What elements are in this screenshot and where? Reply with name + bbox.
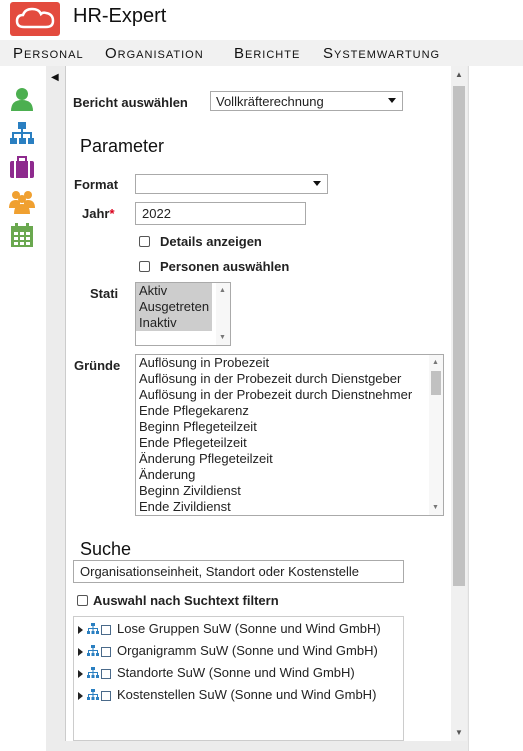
- chevron-down-icon: [388, 98, 396, 103]
- suche-heading: Suche: [80, 539, 132, 559]
- stati-option[interactable]: Inaktiv: [136, 315, 212, 331]
- stati-option[interactable]: Ausgetreten: [136, 299, 212, 315]
- cloud-logo-icon: [10, 2, 60, 36]
- report-select-value: Vollkräfterechnung: [216, 94, 324, 109]
- tree-node[interactable]: Standorte SuW (Sonne und Wind GmbH): [78, 664, 355, 682]
- gruende-option[interactable]: Beginn Zivildienst: [136, 483, 443, 499]
- scroll-thumb[interactable]: [431, 371, 441, 395]
- gruende-option[interactable]: Änderung: [136, 467, 443, 483]
- scroll-thumb[interactable]: [453, 86, 465, 586]
- report-panel: ◀ Bericht auswählen Vollkräfterechnung P…: [46, 66, 468, 751]
- filter-checkbox[interactable]: [77, 595, 88, 606]
- menu-berichte[interactable]: Berichte: [234, 45, 300, 62]
- scroll-down-icon[interactable]: ▼: [219, 334, 226, 341]
- stati-option[interactable]: Aktiv: [136, 283, 212, 299]
- org-chart-icon: [87, 687, 99, 705]
- jahr-input[interactable]: 2022: [135, 202, 306, 225]
- app-title: HR-Expert: [73, 5, 167, 27]
- gruende-option[interactable]: Ende Pflegeteilzeit: [136, 435, 443, 451]
- menu-personal[interactable]: Personal: [13, 45, 84, 62]
- expand-arrow-icon[interactable]: [78, 625, 83, 634]
- scroll-down-icon[interactable]: ▼: [455, 728, 463, 737]
- expand-arrow-icon[interactable]: [78, 691, 83, 700]
- tree-node[interactable]: Kostenstellen SuW (Sonne und Wind GmbH): [78, 686, 376, 704]
- briefcase-icon[interactable]: [9, 154, 35, 180]
- tree-node-checkbox[interactable]: [101, 690, 111, 701]
- gruende-option[interactable]: Auflösung in Probezeit: [136, 355, 443, 371]
- details-checkbox[interactable]: [139, 236, 150, 247]
- stati-label: Stati: [90, 286, 119, 301]
- person-icon[interactable]: [9, 86, 35, 112]
- gruende-scrollbar[interactable]: ▲ ▼: [429, 355, 443, 515]
- tree-node-label: Kostenstellen SuW (Sonne und Wind GmbH): [117, 687, 377, 702]
- expand-arrow-icon[interactable]: [78, 669, 83, 678]
- stati-listbox[interactable]: Aktiv Ausgetreten Inaktiv ▲ ▼: [135, 282, 231, 346]
- gruende-option[interactable]: Auflösung in der Probezeit durch Dienstg…: [136, 371, 443, 387]
- gruende-option[interactable]: Ende Pflegekarenz: [136, 403, 443, 419]
- chevron-down-icon: [313, 181, 321, 186]
- org-chart-icon: [87, 621, 99, 639]
- parameter-heading: Parameter: [80, 136, 165, 156]
- tree-node[interactable]: Organigramm SuW (Sonne und Wind GmbH): [78, 642, 378, 660]
- gruende-option[interactable]: Ende Zivildienst: [136, 499, 443, 515]
- tree-node-label: Lose Gruppen SuW (Sonne und Wind GmbH): [117, 621, 381, 636]
- scroll-up-icon[interactable]: ▲: [455, 70, 463, 79]
- required-marker: *: [109, 206, 115, 221]
- org-chart-icon[interactable]: [9, 120, 35, 146]
- jahr-label-text: Jahr: [82, 206, 110, 221]
- panel-scrollbar[interactable]: ▲ ▼: [451, 66, 467, 741]
- personen-checkbox[interactable]: [139, 261, 150, 272]
- tree-node-checkbox[interactable]: [101, 668, 111, 679]
- filter-label: Auswahl nach Suchtext filtern: [93, 593, 279, 608]
- sidebar: [0, 66, 46, 751]
- scroll-up-icon[interactable]: ▲: [432, 359, 439, 366]
- menu-organisation[interactable]: Organisation: [105, 45, 204, 62]
- org-tree: Lose Gruppen SuW (Sonne und Wind GmbH) O…: [73, 616, 404, 741]
- suche-input[interactable]: Organisationseinheit, Standort oder Kost…: [73, 560, 404, 583]
- format-select[interactable]: [135, 174, 328, 194]
- details-label: Details anzeigen: [160, 234, 262, 249]
- main-menu: Personal Organisation Berichte Systemwar…: [0, 40, 523, 67]
- tree-node[interactable]: Lose Gruppen SuW (Sonne und Wind GmbH): [78, 620, 381, 638]
- calendar-icon[interactable]: [9, 222, 35, 248]
- gruende-option[interactable]: Auflösung in der Probezeit durch Dienstn…: [136, 387, 443, 403]
- gruende-label: Gründe: [74, 358, 121, 373]
- scroll-down-icon[interactable]: ▼: [432, 504, 439, 511]
- report-form: Bericht auswählen Vollkräfterechnung Par…: [65, 66, 453, 741]
- gruende-listbox[interactable]: Auflösung in Probezeit Auflösung in der …: [135, 354, 444, 516]
- right-empty-area: [468, 66, 523, 751]
- jahr-label: Jahr*: [82, 206, 115, 221]
- expand-arrow-icon[interactable]: [78, 647, 83, 656]
- jahr-input-value: 2022: [142, 206, 171, 221]
- org-chart-icon: [87, 665, 99, 683]
- personen-label: Personen auswählen: [160, 259, 290, 274]
- scroll-up-icon[interactable]: ▲: [219, 287, 226, 294]
- tree-node-label: Standorte SuW (Sonne und Wind GmbH): [117, 665, 355, 680]
- suche-input-placeholder: Organisationseinheit, Standort oder Kost…: [80, 564, 359, 579]
- menu-systemwartung[interactable]: Systemwartung: [323, 45, 440, 62]
- tree-node-label: Organigramm SuW (Sonne und Wind GmbH): [117, 643, 378, 658]
- org-chart-icon: [87, 643, 99, 661]
- group-icon[interactable]: [9, 188, 35, 214]
- stati-scrollbar[interactable]: ▲ ▼: [216, 283, 230, 345]
- report-label: Bericht auswählen: [73, 95, 188, 110]
- gruende-option[interactable]: Änderung Pflegeteilzeit: [136, 451, 443, 467]
- tree-node-checkbox[interactable]: [101, 624, 111, 635]
- tree-node-checkbox[interactable]: [101, 646, 111, 657]
- app-header: HR-Expert: [0, 0, 523, 40]
- format-label: Format: [74, 177, 119, 192]
- collapse-left-icon[interactable]: ◀: [51, 72, 59, 83]
- report-select[interactable]: Vollkräfterechnung: [210, 91, 403, 111]
- gruende-option[interactable]: Beginn Pflegeteilzeit: [136, 419, 443, 435]
